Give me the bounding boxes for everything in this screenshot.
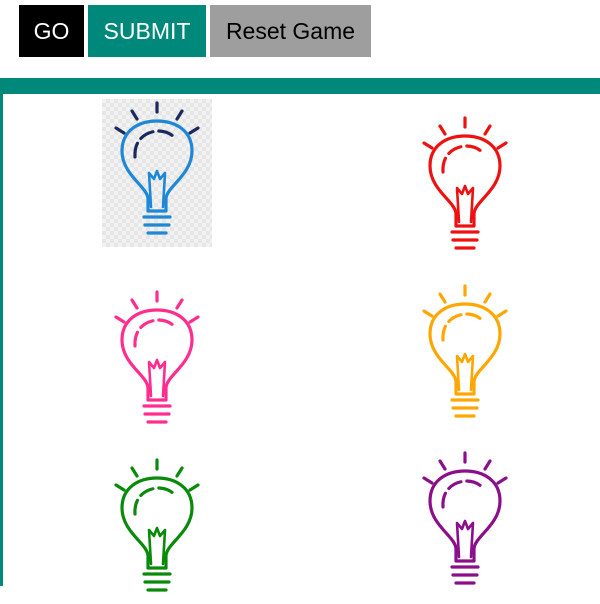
lightbulb-icon [114,290,200,424]
toolbar: GO SUBMIT Reset Game [0,0,600,78]
lightbulb-icon [422,116,508,250]
lightbulb-icon [114,101,200,235]
submit-button[interactable]: SUBMIT [88,5,206,57]
bulb-grid [3,94,600,592]
bulb-option-red[interactable] [410,114,520,262]
lightbulb-icon [114,458,200,592]
header-divider [0,78,600,94]
bulb-option-green[interactable] [102,456,212,604]
bulb-option-pink[interactable] [102,288,212,436]
go-button[interactable]: GO [19,5,84,57]
reset-game-button[interactable]: Reset Game [210,5,371,57]
lightbulb-icon [422,284,508,418]
lightbulb-icon [422,451,508,585]
bulb-option-blue[interactable] [102,99,212,247]
bulb-option-orange[interactable] [410,282,520,430]
bulb-option-purple[interactable] [410,449,520,597]
